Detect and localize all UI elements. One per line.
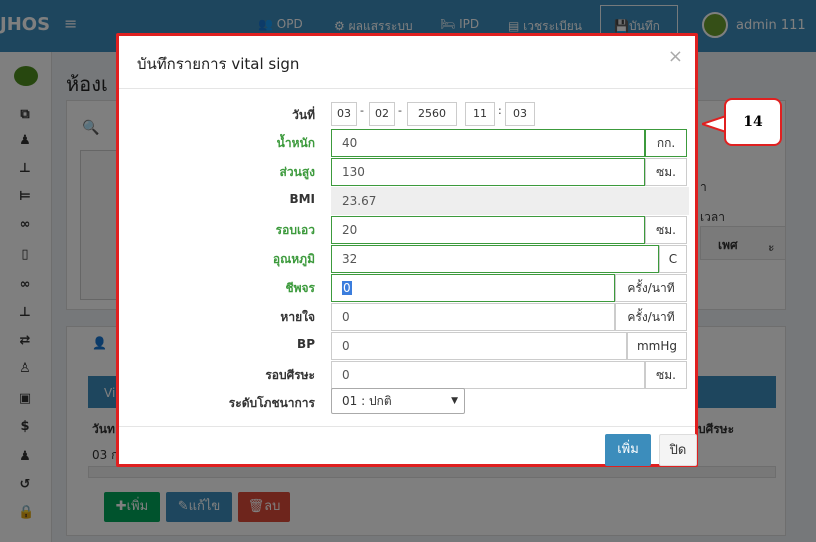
vital-sign-modal: บันทึกรายการ vital sign × วันที่ 03 - 02… <box>116 33 698 467</box>
pulse-label: ชีพจร <box>285 281 315 295</box>
pulse-unit: ครั้ง/นาที <box>615 274 687 302</box>
respiration-input[interactable]: 0 <box>331 303 615 331</box>
head-circumference-label: รอบศีรษะ <box>265 368 315 382</box>
chevron-down-icon: ▼ <box>451 396 458 406</box>
weight-unit: กก. <box>645 129 687 157</box>
year-field[interactable]: 2560 <box>407 102 457 126</box>
weight-input[interactable]: 40 <box>331 129 645 157</box>
modal-divider <box>119 88 695 89</box>
height-label: ส่วนสูง <box>279 165 315 179</box>
save-button[interactable]: เพิ่ม <box>605 434 651 466</box>
nutrition-selected-value: 01 : ปกติ <box>342 394 392 408</box>
temperature-label: อุณหภูมิ <box>272 252 315 266</box>
nutrition-select[interactable]: 01 : ปกติ ▼ <box>331 388 465 414</box>
date-separator: - <box>398 104 402 117</box>
head-circumference-input[interactable]: 0 <box>331 361 645 389</box>
close-button[interactable]: ปิด <box>659 434 697 466</box>
temperature-input[interactable]: 32 <box>331 245 659 273</box>
time-separator: : <box>498 104 502 117</box>
modal-title: บันทึกรายการ vital sign <box>137 55 300 73</box>
bmi-value: 23.67 <box>331 187 689 215</box>
bp-input[interactable]: 0 <box>331 332 627 360</box>
pulse-input[interactable]: 0 <box>331 274 615 302</box>
modal-footer-divider <box>119 426 695 427</box>
head-circumference-unit: ซม. <box>645 361 687 389</box>
day-field[interactable]: 03 <box>331 102 357 126</box>
waist-unit: ซม. <box>645 216 687 244</box>
minute-field[interactable]: 03 <box>505 102 535 126</box>
waist-label: รอบเอว <box>275 223 315 237</box>
pulse-value-selected: 0 <box>342 281 352 295</box>
respiration-unit: ครั้ง/นาที <box>615 303 687 331</box>
annotation-callout: 14 <box>724 98 782 146</box>
weight-label: น้ำหนัก <box>276 136 315 150</box>
bp-unit: mmHg <box>627 332 687 360</box>
month-field[interactable]: 02 <box>369 102 395 126</box>
height-input[interactable]: 130 <box>331 158 645 186</box>
hour-field[interactable]: 11 <box>465 102 495 126</box>
bmi-label: BMI <box>289 192 315 206</box>
bp-label: BP <box>297 337 315 351</box>
waist-input[interactable]: 20 <box>331 216 645 244</box>
nutrition-label: ระดับโภชนาการ <box>228 396 315 410</box>
close-icon[interactable]: × <box>668 46 683 67</box>
date-label: วันที่ <box>292 108 315 122</box>
date-separator: - <box>360 104 364 117</box>
respiration-label: หายใจ <box>280 310 315 324</box>
temperature-unit: C <box>659 245 687 273</box>
height-unit: ซม. <box>645 158 687 186</box>
